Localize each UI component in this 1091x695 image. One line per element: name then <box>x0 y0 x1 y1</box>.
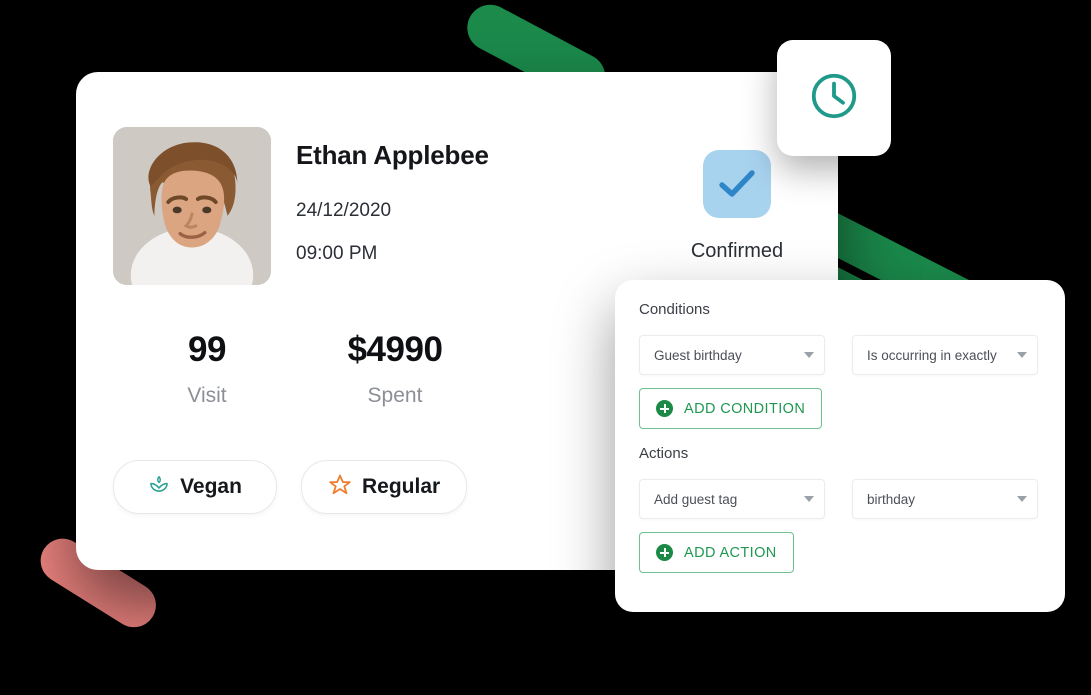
add-action-label: ADD ACTION <box>684 544 777 561</box>
reservation-time: 09:00 PM <box>296 243 378 264</box>
tag-vegan[interactable]: Vegan <box>113 460 277 514</box>
tag-regular[interactable]: Regular <box>301 460 468 514</box>
actions-field-row: Add guest tag birthday <box>639 479 1038 519</box>
stat-value: 99 <box>188 330 226 369</box>
condition-operator-select[interactable]: Is occurring in exactly <box>852 335 1038 375</box>
add-condition-label: ADD CONDITION <box>684 400 806 417</box>
stat-value: $4990 <box>347 330 443 369</box>
rules-panel: Conditions Guest birthday Is occurring i… <box>615 280 1065 612</box>
chevron-down-icon <box>1017 496 1027 502</box>
actions-title: Actions <box>639 445 689 462</box>
select-value: Add guest tag <box>654 491 738 507</box>
select-value: Guest birthday <box>654 347 742 363</box>
stats-row: 99 Visit $4990 Spent <box>113 330 593 408</box>
stat-label: Visit <box>187 384 227 407</box>
clock-icon <box>807 69 861 128</box>
chevron-down-icon <box>1017 352 1027 358</box>
chevron-down-icon <box>804 352 814 358</box>
action-value-select[interactable]: birthday <box>852 479 1038 519</box>
stat-spent: $4990 Spent <box>301 330 489 408</box>
tag-label: Regular <box>362 475 441 498</box>
reservation-date: 24/12/2020 <box>296 200 392 221</box>
chevron-down-icon <box>804 496 814 502</box>
condition-subject-select[interactable]: Guest birthday <box>639 335 825 375</box>
tag-label: Vegan <box>180 475 242 498</box>
select-value: Is occurring in exactly <box>867 347 997 363</box>
tags-row: Vegan Regular <box>113 460 468 514</box>
star-icon <box>328 473 352 502</box>
add-condition-button[interactable]: ADD CONDITION <box>639 388 823 429</box>
select-value: birthday <box>867 491 916 507</box>
plus-circle-icon <box>656 400 673 417</box>
guest-name: Ethan Applebee <box>296 140 489 170</box>
status-badge: Confirmed <box>690 240 784 262</box>
clock-chip <box>777 40 891 156</box>
conditions-title: Conditions <box>639 301 710 318</box>
plus-circle-icon <box>656 544 673 561</box>
check-icon <box>703 150 771 218</box>
add-action-button[interactable]: ADD ACTION <box>639 532 794 573</box>
action-type-select[interactable]: Add guest tag <box>639 479 825 519</box>
conditions-field-row: Guest birthday Is occurring in exactly <box>639 335 1038 375</box>
stat-visit: 99 Visit <box>113 330 301 408</box>
decorative-green-stripes <box>838 140 1091 288</box>
stat-label: Spent <box>367 384 423 407</box>
screenshot-stage: Ethan Applebee 24/12/2020 09:00 PM Confi… <box>0 0 1091 695</box>
leaf-icon <box>148 474 170 501</box>
avatar <box>113 127 271 285</box>
status-block: Confirmed <box>652 150 822 263</box>
